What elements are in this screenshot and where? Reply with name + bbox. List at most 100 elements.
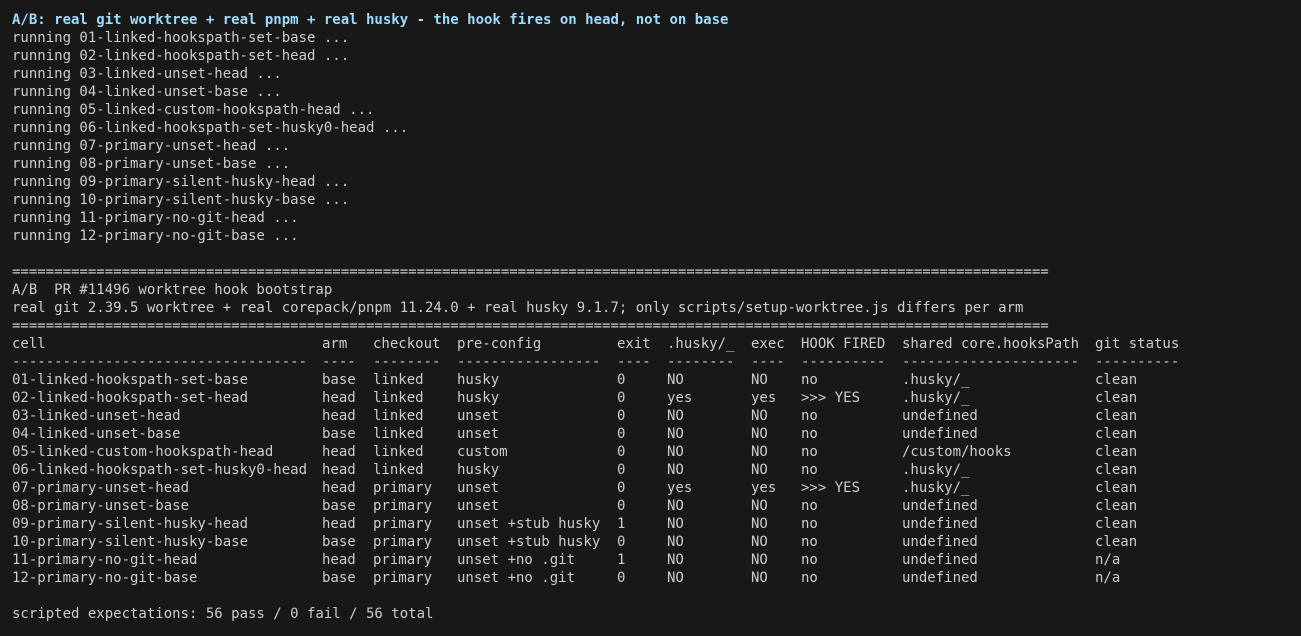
table-row: 02-linked-hookspath-set-head head linked hu… (12, 389, 1292, 407)
table-cell: no (801, 426, 818, 442)
table-cell: .husky/_ (902, 462, 970, 478)
report-subheading: real git 2.39.5 worktree + real corepack… (12, 300, 1024, 316)
running-line: running 04-linked-unset-base ... (12, 84, 282, 100)
table-cell: undefined (902, 534, 978, 550)
table-cell: NO (751, 444, 768, 460)
table-row: 07-primary-unset-head head primary unset 0 ye… (12, 479, 1292, 497)
table-cell: no (801, 498, 818, 514)
table-cell: primary (373, 498, 433, 514)
table-row: 05-linked-custom-hookspath-head head linke… (12, 443, 1292, 461)
table-cell: 0 (617, 408, 626, 424)
terminal-output: A/B: real git worktree + real pnpm + rea… (12, 11, 1292, 623)
table-cell: base (322, 498, 356, 514)
table-row: 09-primary-silent-husky-head head primary u… (12, 515, 1292, 533)
table-cell: ---- (617, 354, 651, 370)
table-cell: NO (751, 372, 768, 388)
table-cell: head (322, 444, 356, 460)
table-cell: head (322, 408, 356, 424)
table-cell: /custom/hooks (902, 444, 1012, 460)
table-cell: NO (751, 408, 768, 424)
table-cell: ---------- (1095, 354, 1180, 370)
table-cell: 0 (617, 444, 626, 460)
table-cell: head (322, 480, 356, 496)
table-cell: linked (373, 426, 424, 442)
table-cell: shared core.hooksPath (902, 336, 1080, 352)
table-cell: NO (667, 552, 684, 568)
table-cell: arm (322, 336, 348, 352)
table-cell: .husky/_ (667, 336, 735, 352)
table-cell: 0 (617, 534, 626, 550)
running-line: running 02-linked-hookspath-set-head ... (12, 48, 350, 64)
table-cell: clean (1095, 426, 1138, 442)
table-cell: 04-linked-unset-base (12, 426, 181, 442)
table-cell: unset +no .git (457, 552, 576, 568)
table-cell: base (322, 426, 356, 442)
table-cell: 09-primary-silent-husky-head (12, 516, 249, 532)
table-cell: NO (751, 534, 768, 550)
table-cell: >>> YES (801, 390, 861, 406)
table-cell: linked (373, 390, 424, 406)
table-cell: clean (1095, 498, 1138, 514)
table-cell: yes (751, 390, 777, 406)
running-log: running 01-linked-hookspath-set-base ...… (12, 29, 1292, 245)
table-row: 03-linked-unset-head head linked unset 0 NO NO… (12, 407, 1292, 425)
table-cell: linked (373, 462, 424, 478)
table-cell: NO (751, 498, 768, 514)
table-row: 11-primary-no-git-head head primary unset +… (12, 551, 1292, 569)
table-cell: clean (1095, 390, 1138, 406)
table-cell: base (322, 534, 356, 550)
table-cell: primary (373, 480, 433, 496)
table-cell: NO (751, 462, 768, 478)
table-cell: clean (1095, 516, 1138, 532)
summary-line: scripted expectations: 56 pass / 0 fail … (12, 606, 434, 622)
table-cell: HOOK FIRED (801, 336, 886, 352)
table-cell: NO (667, 534, 684, 550)
running-line: running 10-primary-silent-husky-base ... (12, 192, 350, 208)
table-cell: NO (667, 444, 684, 460)
table-cell: NO (667, 498, 684, 514)
table-cell: custom (457, 444, 508, 460)
table-cell: unset +stub husky (457, 516, 601, 532)
table-cell: -------- (667, 354, 735, 370)
table-cell: NO (667, 516, 684, 532)
table-cell: NO (667, 570, 684, 586)
running-line: running 07-primary-unset-head ... (12, 138, 291, 154)
table-cell: 0 (617, 480, 626, 496)
table-cell: undefined (902, 570, 978, 586)
table-cell: unset (457, 480, 500, 496)
running-line: running 06-linked-hookspath-set-husky0-h… (12, 120, 409, 136)
table-cell: NO (667, 426, 684, 442)
table-cell: head (322, 462, 356, 478)
table-cell: 06-linked-hookspath-set-husky0-head (12, 462, 308, 478)
table-cell: 05-linked-custom-hookspath-head (12, 444, 274, 460)
table-cell: linked (373, 444, 424, 460)
table-row: 10-primary-silent-husky-base base primary u… (12, 533, 1292, 551)
table-row: 01-linked-hookspath-set-base base linked hu… (12, 371, 1292, 389)
table-cell: 0 (617, 570, 626, 586)
table-cell: 0 (617, 462, 626, 478)
table-cell: NO (751, 552, 768, 568)
table-cell: head (322, 516, 356, 532)
table-cell: NO (751, 426, 768, 442)
table-cell: 1 (617, 552, 626, 568)
table-cell: 12-primary-no-git-base (12, 570, 198, 586)
table-cell: n/a (1095, 570, 1121, 586)
table-cell: linked (373, 372, 424, 388)
table-cell: >>> YES (801, 480, 861, 496)
table-cell: 03-linked-unset-head (12, 408, 181, 424)
table-cell: .husky/_ (902, 390, 970, 406)
running-line: running 11-primary-no-git-head ... (12, 210, 299, 226)
table-cell: 01-linked-hookspath-set-base (12, 372, 249, 388)
table-cell: NO (667, 372, 684, 388)
table-cell: primary (373, 570, 433, 586)
table-cell: linked (373, 408, 424, 424)
table-cell: unset +stub husky (457, 534, 601, 550)
table-cell: primary (373, 552, 433, 568)
table-cell: --------------------- (902, 354, 1080, 370)
separator-top: ========================================… (12, 264, 1049, 280)
table-cell: no (801, 570, 818, 586)
table-cell: husky (457, 372, 500, 388)
table-cell: ---------- (801, 354, 886, 370)
table-cell: 10-primary-silent-husky-base (12, 534, 249, 550)
table-cell: -------- (373, 354, 441, 370)
